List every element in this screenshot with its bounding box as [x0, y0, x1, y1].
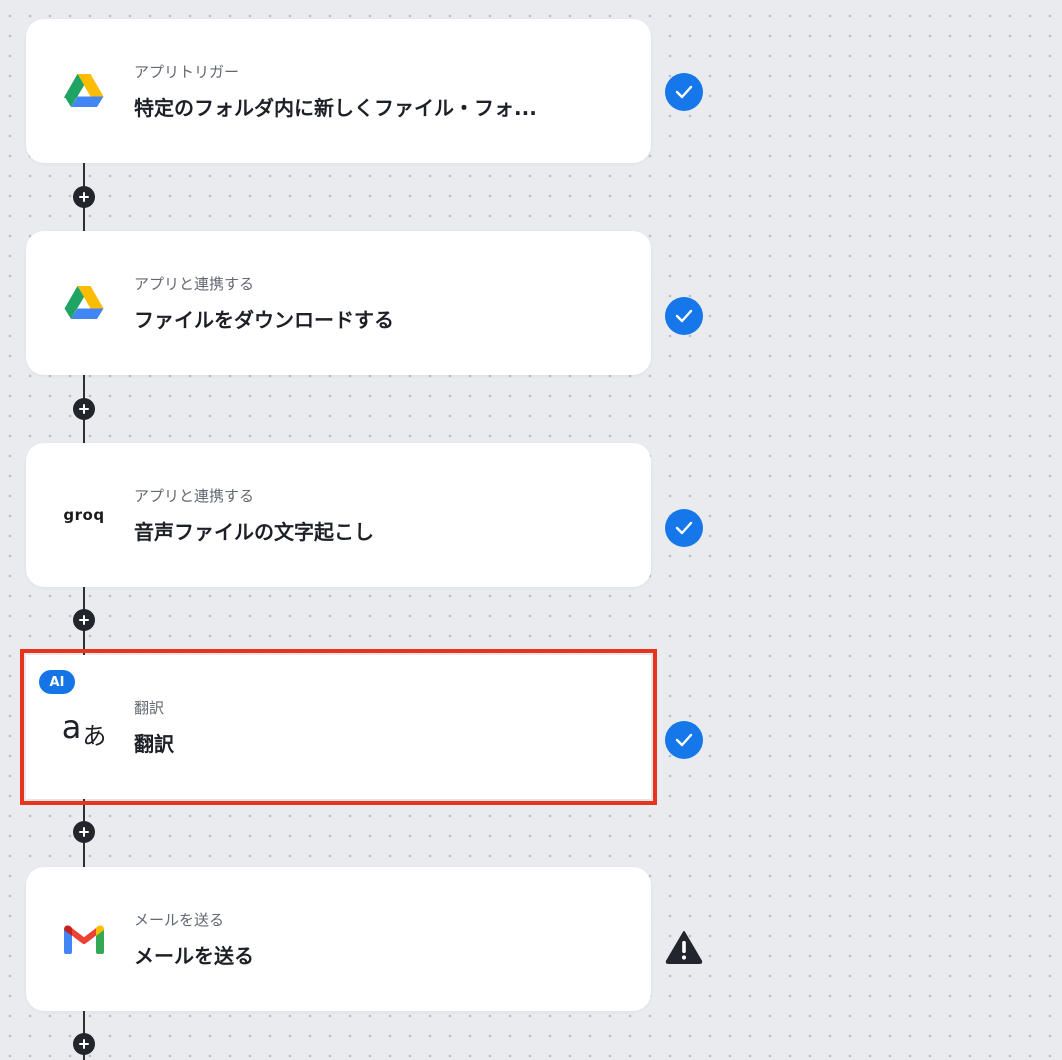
add-step-button[interactable]: [73, 398, 95, 420]
plus-icon: [79, 615, 89, 625]
groq-logo: groq: [63, 506, 105, 524]
add-step-button[interactable]: [73, 1033, 95, 1055]
plus-icon: [79, 404, 89, 414]
flow-step-card-translate[interactable]: AI aあ 翻訳 翻訳: [20, 649, 657, 805]
flow-step-card-trigger[interactable]: アプリトリガー 特定のフォルダ内に新しくファイル・フォ...: [26, 19, 651, 163]
step-status-completed: [665, 297, 703, 335]
flow-step-card-download[interactable]: アプリと連携する ファイルをダウンロードする: [26, 231, 651, 375]
flow-step-card-send-mail[interactable]: メールを送る メールを送る: [26, 867, 651, 1011]
step-status-completed: [665, 73, 703, 111]
flow-step-card-transcription[interactable]: groq アプリと連携する 音声ファイルの文字起こし: [26, 443, 651, 587]
step-type-label: アプリと連携する: [134, 487, 255, 505]
step-status-warning: [665, 928, 703, 966]
add-step-button[interactable]: [73, 821, 95, 843]
checkmark-icon: [675, 309, 693, 323]
plus-icon: [79, 827, 89, 837]
step-title: メールを送る: [134, 944, 254, 968]
gmail-icon: [62, 917, 106, 961]
add-step-button[interactable]: [73, 186, 95, 208]
checkmark-icon: [675, 521, 693, 535]
ai-badge: AI: [39, 670, 75, 694]
step-title: 翻訳: [134, 732, 174, 756]
step-status-completed: [665, 721, 703, 759]
step-title: ファイルをダウンロードする: [134, 308, 394, 332]
step-title: 特定のフォルダ内に新しくファイル・フォ...: [134, 96, 537, 120]
step-type-label: 翻訳: [134, 699, 165, 717]
google-drive-icon: [62, 281, 106, 325]
translate-icon: aあ: [61, 708, 107, 750]
step-type-label: アプリと連携する: [134, 275, 255, 293]
plus-icon: [79, 192, 89, 202]
step-type-label: アプリトリガー: [134, 63, 240, 81]
google-drive-icon: [62, 69, 106, 113]
warning-icon: [665, 931, 703, 964]
step-status-completed: [665, 509, 703, 547]
checkmark-icon: [675, 85, 693, 99]
step-title: 音声ファイルの文字起こし: [134, 520, 374, 544]
step-type-label: メールを送る: [134, 911, 225, 929]
add-step-button[interactable]: [73, 609, 95, 631]
plus-icon: [79, 1039, 89, 1049]
checkmark-icon: [675, 733, 693, 747]
